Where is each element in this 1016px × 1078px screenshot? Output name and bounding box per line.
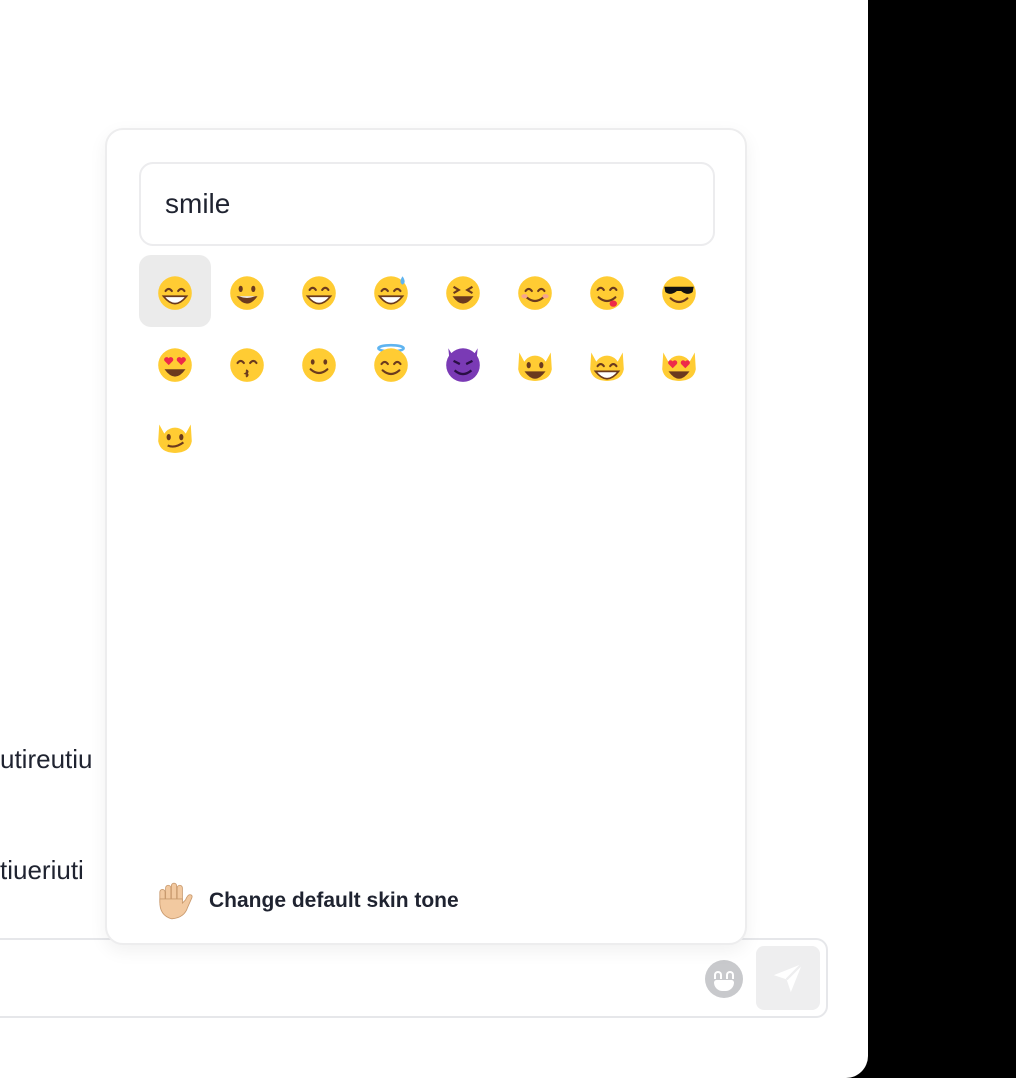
emoji-option[interactable] bbox=[427, 255, 499, 327]
emoji-option[interactable] bbox=[283, 255, 355, 327]
grinning-cat-icon bbox=[518, 352, 552, 381]
skin-tone-label: Change default skin tone bbox=[209, 889, 459, 912]
smiling-face-with-halo-icon bbox=[374, 343, 408, 382]
emoji-option[interactable] bbox=[427, 327, 499, 399]
change-skin-tone-button[interactable]: Change default skin tone bbox=[153, 880, 459, 922]
emoji-option[interactable] bbox=[139, 255, 211, 327]
beaming-face-icon bbox=[302, 276, 336, 310]
emoji-results-grid bbox=[139, 255, 715, 471]
emoji-option[interactable] bbox=[355, 327, 427, 399]
emoji-option[interactable] bbox=[499, 255, 571, 327]
smiling-face-with-horns-icon bbox=[446, 348, 480, 382]
emoji-option[interactable] bbox=[139, 327, 211, 399]
smiling-face-with-smiling-eyes-icon bbox=[518, 276, 552, 310]
grinning-squinting-face-icon bbox=[446, 276, 480, 310]
smiling-face-with-heart-eyes-icon bbox=[158, 348, 192, 382]
grinning-face-with-sweat-icon bbox=[374, 276, 408, 310]
emoji-option[interactable] bbox=[571, 255, 643, 327]
emoji-option[interactable] bbox=[643, 327, 715, 399]
emoji-option[interactable] bbox=[643, 255, 715, 327]
chat-message: tiueriuti bbox=[0, 855, 84, 885]
emoji-search-input[interactable] bbox=[139, 162, 715, 246]
chat-message: utireutiu bbox=[0, 744, 93, 774]
paper-plane-icon bbox=[773, 963, 803, 993]
cat-with-wry-smile-icon bbox=[158, 424, 192, 453]
chat-panel: utireutiu tiueriuti Change default skin bbox=[0, 0, 868, 1078]
emoji-picker: Change default skin tone bbox=[105, 128, 747, 945]
emoji-option[interactable] bbox=[139, 399, 211, 471]
emoji-option[interactable] bbox=[211, 327, 283, 399]
emoji-option[interactable] bbox=[211, 255, 283, 327]
emoji-option[interactable] bbox=[571, 327, 643, 399]
grinning-cat-with-smiling-eyes-icon bbox=[590, 352, 624, 381]
grinning-face-with-smiling-eyes-icon bbox=[158, 276, 192, 310]
slightly-smiling-face-icon bbox=[302, 348, 336, 382]
send-button[interactable] bbox=[756, 946, 820, 1010]
smiley-icon[interactable] bbox=[705, 960, 743, 998]
emoji-option[interactable] bbox=[499, 327, 571, 399]
kissing-face-with-smiling-eyes-icon bbox=[230, 348, 264, 382]
smiling-face-with-sunglasses-icon bbox=[662, 276, 696, 310]
emoji-option[interactable] bbox=[283, 327, 355, 399]
smiling-cat-with-heart-eyes-icon bbox=[662, 352, 696, 381]
message-composer[interactable] bbox=[0, 938, 828, 1018]
raised-hand-icon bbox=[159, 882, 193, 920]
grinning-face-with-big-eyes-icon bbox=[230, 276, 264, 310]
emoji-option[interactable] bbox=[355, 255, 427, 327]
face-savoring-food-icon bbox=[590, 276, 624, 310]
